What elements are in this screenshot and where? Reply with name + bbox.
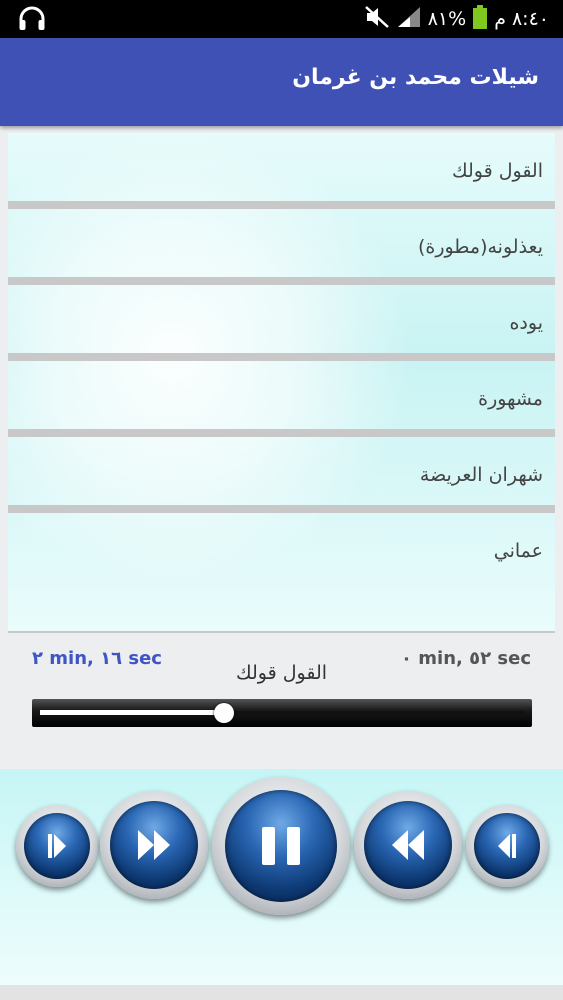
battery-icon (472, 4, 488, 34)
seek-thumb[interactable] (213, 703, 234, 723)
playlist-item-title: عماني (493, 540, 543, 562)
seek-bar[interactable] (32, 699, 532, 727)
previous-track-icon (498, 834, 516, 858)
playlist-item[interactable]: شهران العريضة (8, 437, 555, 513)
next-track-icon (48, 834, 66, 858)
pause-button[interactable] (212, 777, 350, 915)
app-bar: شيلات محمد بن غرمان (0, 38, 563, 126)
pause-icon (262, 827, 300, 865)
divider (8, 631, 555, 633)
rewind-icon (392, 830, 424, 860)
player-controls (0, 769, 563, 985)
playlist-item-title: شهران العريضة (419, 464, 543, 486)
clock-ampm: م (494, 8, 506, 30)
signal-icon (396, 5, 422, 33)
fast-forward-button[interactable] (100, 791, 208, 899)
playlist: القول قولك يعذلونه(مطورة) يوده مشهورة شه… (8, 133, 555, 631)
playlist-item[interactable]: يوده (8, 285, 555, 361)
fast-forward-icon (138, 830, 170, 860)
bottom-strip (0, 985, 563, 1000)
previous-track-button[interactable] (466, 805, 548, 887)
playlist-item-title: القول قولك (451, 160, 543, 182)
status-bar: ٨١% م ٨:٤٠ (0, 0, 563, 38)
seek-progress (40, 710, 224, 715)
app-title: شيلات محمد بن غرمان (292, 65, 539, 90)
playlist-item[interactable]: القول قولك (8, 133, 555, 209)
playlist-item[interactable]: يعذلونه(مطورة) (8, 209, 555, 285)
rewind-button[interactable] (354, 791, 462, 899)
playlist-item-title: يعذلونه(مطورة) (417, 236, 543, 258)
playlist-item-title: يوده (509, 312, 543, 334)
next-track-button[interactable] (16, 805, 98, 887)
mute-icon (364, 5, 390, 33)
now-playing-title: القول قولك (235, 662, 328, 684)
playlist-item[interactable]: عماني (8, 513, 555, 591)
battery-percent: ٨١% (427, 8, 467, 30)
headphones-icon (18, 6, 46, 32)
playlist-item[interactable]: مشهورة (8, 361, 555, 437)
clock-time: ٨:٤٠ (511, 8, 549, 30)
playlist-item-title: مشهورة (478, 388, 543, 410)
